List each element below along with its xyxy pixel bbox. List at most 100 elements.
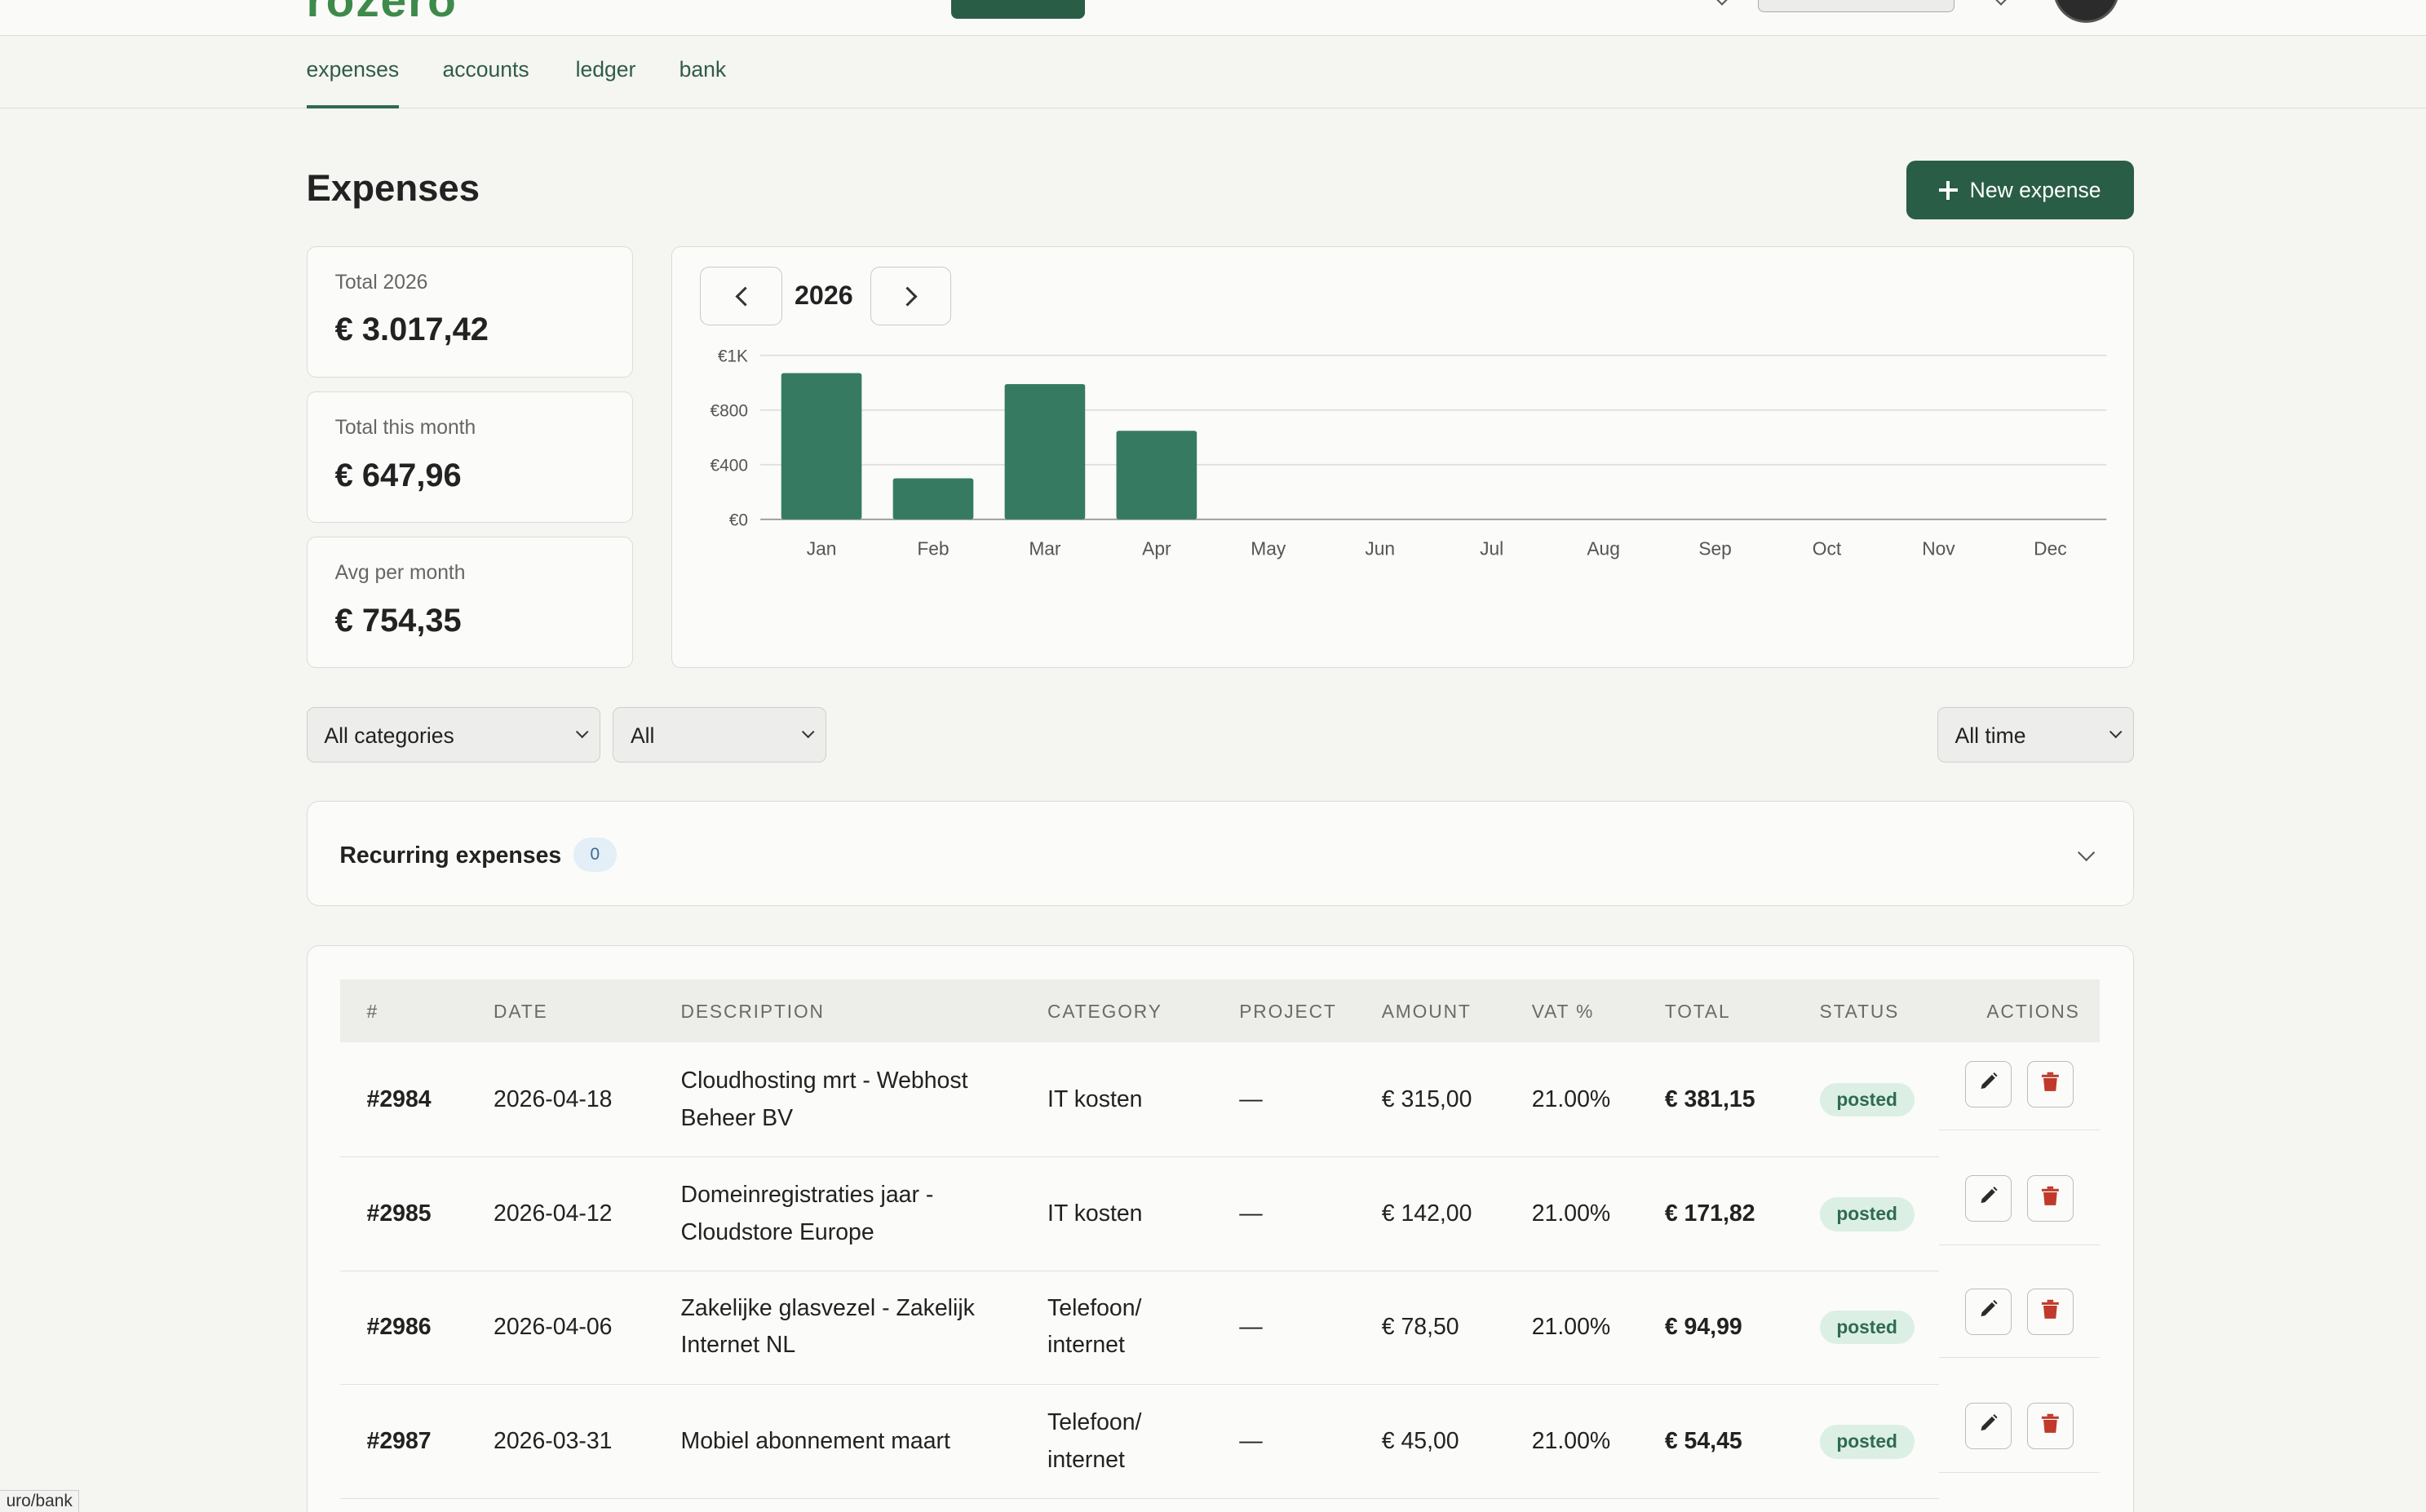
trash-icon xyxy=(2041,1413,2060,1440)
edit-button[interactable] xyxy=(1964,1061,2012,1108)
type-filter-select[interactable]: All xyxy=(613,706,826,763)
chart-bar xyxy=(1116,430,1198,519)
row-actions xyxy=(1938,1157,2100,1245)
expense-date: 2026-04-12 xyxy=(494,1200,613,1227)
table-header: # DATE DESCRIPTION CATEGORY PROJECT AMOU… xyxy=(340,979,2100,1043)
table-row[interactable]: #2987 2026-03-31 Mobiel abonnement maart Te… xyxy=(340,1385,1939,1499)
column-header[interactable]: DATE xyxy=(494,1001,548,1023)
column-header[interactable]: AMOUNT xyxy=(1382,1001,1472,1023)
recurring-expenses-title: Recurring expenses xyxy=(339,842,562,869)
monthly-expenses-bar-chart: €0 €400 €800 €1K Jan Feb Mar Apr May Jun Jul Aug Sep… xyxy=(711,347,2107,559)
expense-category: Telefoon/ internet xyxy=(1047,1294,1142,1359)
table-row[interactable]: #2984 2026-04-18 Cloudhosting mrt - Webhos… xyxy=(340,1042,1939,1157)
expense-date: 2026-03-31 xyxy=(494,1427,613,1454)
category-filter-select[interactable]: All categories xyxy=(306,706,600,763)
y-tick-label: €800 xyxy=(711,401,748,420)
x-tick-label: Oct xyxy=(1813,537,1842,559)
plus-icon xyxy=(1938,180,1958,200)
expense-id[interactable]: #2984 xyxy=(367,1081,432,1119)
tab-bank[interactable]: bank xyxy=(680,57,727,108)
expense-total: € 381,15 xyxy=(1664,1085,1755,1112)
column-header: # xyxy=(366,1001,379,1023)
delete-button[interactable] xyxy=(2026,1288,2074,1335)
chart-bar xyxy=(892,478,974,519)
page-title: Expenses xyxy=(306,166,480,209)
row-actions xyxy=(1938,1042,2100,1131)
chevron-down-icon[interactable] xyxy=(1994,0,2010,7)
expenses-chart-card: 2026 €0 €400 €800 €1K Jan Feb Mar Apr May Jun Jul A… xyxy=(671,245,2134,669)
period-filter-value: All time xyxy=(1955,723,2026,748)
edit-button[interactable] xyxy=(1964,1175,2012,1222)
x-tick-label: Aug xyxy=(1587,537,1620,559)
expense-category: Telefoon/ internet xyxy=(1047,1409,1142,1473)
stat-card-avg-month: Avg per month € 754,35 xyxy=(306,537,633,669)
delete-button[interactable] xyxy=(2026,1403,2074,1450)
expense-vat: 21.00% xyxy=(1531,1427,1611,1454)
expense-amount: € 315,00 xyxy=(1381,1085,1472,1112)
recurring-count-badge: 0 xyxy=(573,838,617,872)
tab-ledger[interactable]: ledger xyxy=(576,57,636,108)
header-primary-button[interactable] xyxy=(951,0,1085,19)
status-badge: posted xyxy=(1819,1424,1915,1459)
pencil-icon xyxy=(1978,1413,1999,1440)
expense-id[interactable]: #2985 xyxy=(367,1196,432,1233)
expense-project: — xyxy=(1239,1427,1263,1454)
tab-expenses[interactable]: expenses xyxy=(306,57,400,108)
period-filter-select[interactable]: All time xyxy=(1937,706,2134,763)
new-expense-label: New expense xyxy=(1969,177,2101,202)
status-badge: posted xyxy=(1819,1310,1915,1345)
delete-button[interactable] xyxy=(2026,1061,2074,1108)
y-tick-label: €0 xyxy=(729,511,748,529)
column-header: CATEGORY xyxy=(1047,1001,1162,1023)
x-tick-label: Nov xyxy=(1922,537,1955,559)
expense-description: Zakelijke glasvezel - Zakelijk Internet … xyxy=(680,1294,975,1359)
recurring-expenses-panel[interactable]: Recurring expenses 0 xyxy=(306,801,2134,907)
type-filter-value: All xyxy=(630,723,655,748)
tab-accounts[interactable]: accounts xyxy=(442,57,529,108)
x-tick-label: Feb xyxy=(918,537,950,559)
new-expense-button[interactable]: New expense xyxy=(1906,161,2134,220)
pencil-icon xyxy=(1978,1071,1999,1099)
x-tick-label: Jul xyxy=(1480,537,1503,559)
column-header[interactable]: TOTAL xyxy=(1665,1001,1731,1023)
expense-date: 2026-04-18 xyxy=(494,1085,613,1112)
table-row[interactable]: #2986 2026-04-06 Zakelijke glasvezel - Zak… xyxy=(340,1270,1939,1385)
expense-amount: € 78,50 xyxy=(1381,1313,1459,1340)
delete-button[interactable] xyxy=(2026,1175,2074,1222)
row-actions xyxy=(1938,1270,2100,1359)
column-header: ACTIONS xyxy=(1986,1001,2080,1023)
stat-card-total-year: Total 2026 € 3.017,42 xyxy=(306,245,633,378)
link-status-bar: uro/bank xyxy=(0,1489,80,1512)
chevron-down-icon xyxy=(801,726,815,740)
x-tick-label: Dec xyxy=(2034,537,2066,559)
expense-description: Cloudhosting mrt - Webhost Beheer BV xyxy=(680,1068,968,1131)
chevron-down-icon[interactable] xyxy=(2077,844,2096,862)
column-header: STATUS xyxy=(1819,1001,1900,1023)
user-avatar[interactable] xyxy=(2052,0,2120,24)
expense-amount: € 45,00 xyxy=(1381,1427,1459,1454)
expense-category: IT kosten xyxy=(1047,1085,1143,1112)
stat-label: Avg per month xyxy=(334,562,466,585)
expense-total: € 54,45 xyxy=(1664,1427,1742,1454)
header-search-input[interactable] xyxy=(1757,0,1955,13)
x-tick-label: Mar xyxy=(1029,537,1061,559)
column-header: VAT % xyxy=(1531,1001,1595,1023)
x-tick-label: Jan xyxy=(807,537,837,559)
expense-vat: 21.00% xyxy=(1531,1085,1611,1112)
edit-button[interactable] xyxy=(1964,1288,2012,1335)
expense-id[interactable]: #2986 xyxy=(367,1309,432,1346)
edit-button[interactable] xyxy=(1964,1403,2012,1450)
expense-date: 2026-04-06 xyxy=(494,1313,613,1340)
x-tick-label: Sep xyxy=(1698,537,1731,559)
table-row[interactable]: #2985 2026-04-12 Domeinregistraties jaar -… xyxy=(340,1157,1939,1272)
top-header: rozero xyxy=(0,0,2426,36)
expense-id[interactable]: #2987 xyxy=(367,1423,432,1461)
chevron-down-icon xyxy=(575,726,590,740)
expense-project: — xyxy=(1239,1200,1263,1227)
chevron-down-icon[interactable] xyxy=(1715,0,1732,7)
expense-total: € 171,82 xyxy=(1664,1200,1755,1227)
app-logo[interactable]: rozero xyxy=(307,0,458,28)
status-badge: posted xyxy=(1819,1082,1915,1117)
expense-project: — xyxy=(1239,1085,1263,1112)
stat-value: € 3.017,42 xyxy=(334,312,489,348)
